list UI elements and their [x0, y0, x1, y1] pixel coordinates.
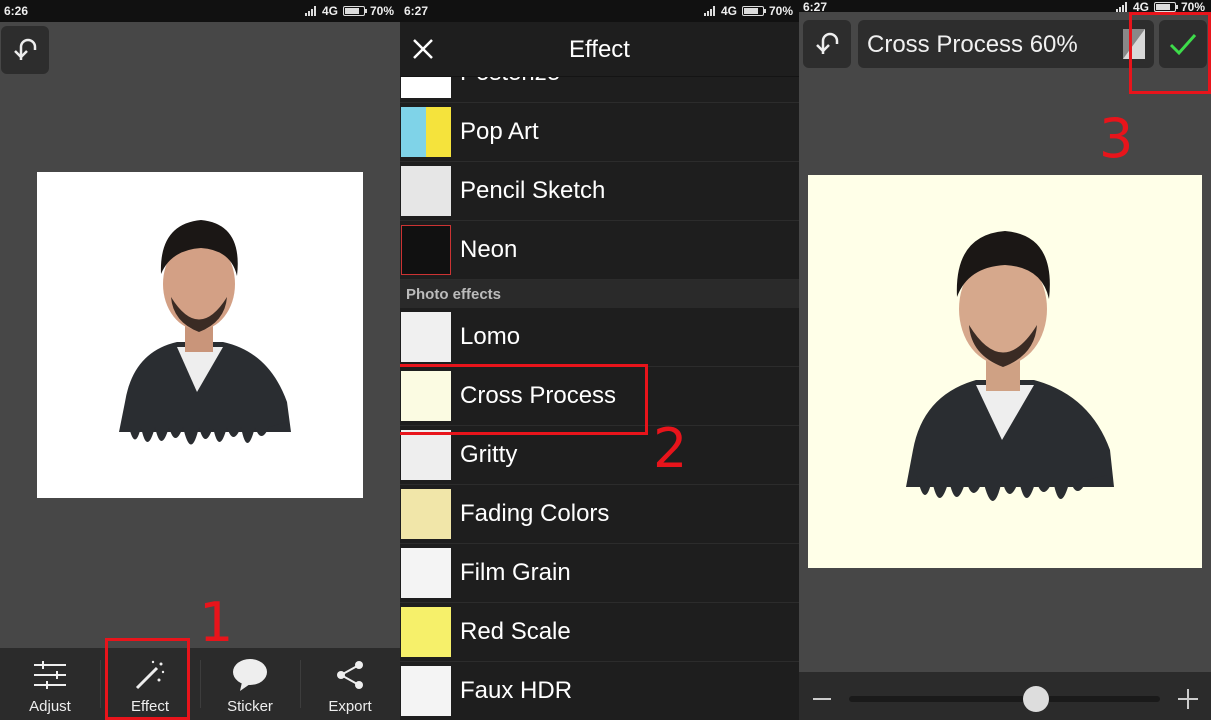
effect-label: Red Scale — [460, 618, 571, 645]
strength-slider[interactable] — [849, 686, 1160, 712]
speech-bubble-icon — [233, 659, 267, 691]
sticker-label: Sticker — [227, 698, 273, 715]
effect-thumbnail — [401, 666, 451, 716]
page-title: Effect — [569, 36, 630, 63]
effect-header: Effect — [400, 22, 799, 77]
minus-icon[interactable] — [813, 698, 831, 700]
effect-label: Film Grain — [460, 559, 571, 586]
effect-label: Lomo — [460, 323, 521, 350]
step-number: 3 — [1099, 107, 1134, 170]
bottom-toolbar: Adjust Effect Sticker Export — [0, 648, 400, 720]
plus-icon[interactable] — [1178, 689, 1198, 709]
signal-icon — [304, 6, 317, 16]
effect-thumbnail — [401, 489, 451, 539]
network-label: 4G — [720, 4, 737, 18]
strength-slider-bar — [799, 672, 1211, 720]
status-bar: 6:27 4G 70% — [400, 0, 799, 22]
share-icon — [337, 661, 363, 689]
effect-strength-label: Cross Process 60% — [867, 31, 1078, 58]
effect-label: Gritty — [460, 441, 518, 468]
signal-icon — [1115, 2, 1128, 12]
status-bar: 6:27 4G 70% — [799, 0, 1211, 14]
list-item[interactable]: Red Scale — [400, 603, 799, 662]
effect-thumbnail — [401, 607, 451, 657]
slider-knob[interactable] — [1022, 686, 1049, 712]
battery-label: 70% — [768, 4, 793, 18]
step-number: 2 — [653, 417, 688, 480]
undo-button[interactable] — [803, 20, 851, 68]
undo-icon — [14, 38, 37, 60]
battery-icon — [741, 6, 766, 16]
network-label: 4G — [321, 4, 338, 18]
effect-label: Pencil Sketch — [460, 177, 606, 204]
sticker-button[interactable]: Sticker — [200, 648, 300, 720]
list-item[interactable]: Lomo — [400, 308, 799, 367]
list-item[interactable]: Fading Colors — [400, 485, 799, 544]
effect-label: Faux HDR — [460, 677, 573, 704]
battery-icon — [342, 6, 367, 16]
effect-thumbnail — [401, 312, 451, 362]
battery-label: 70% — [369, 4, 394, 18]
status-time: 6:27 — [803, 0, 828, 14]
effect-label: Fading Colors — [460, 500, 610, 527]
effect-thumbnail — [401, 166, 451, 216]
effect-thumbnail — [401, 225, 451, 275]
effect-thumbnail — [401, 548, 451, 598]
photo-canvas[interactable] — [37, 172, 363, 498]
effect-thumbnail — [401, 430, 451, 480]
battery-icon — [1153, 2, 1178, 12]
status-time: 6:26 — [4, 4, 29, 18]
effect-label: Neon — [460, 236, 518, 263]
photo-canvas[interactable] — [808, 175, 1202, 568]
undo-icon — [816, 32, 839, 54]
effect-adjust-panel: 6:27 4G 70% Cross Process 60% 3 — [799, 0, 1211, 720]
list-item[interactable]: Faux HDR — [400, 662, 799, 720]
annotation-box — [400, 364, 648, 435]
step-number: 1 — [199, 591, 234, 654]
adjust-button[interactable]: Adjust — [0, 648, 100, 720]
annotation-box — [1129, 12, 1211, 94]
status-bar: 6:26 4G 70% — [0, 0, 400, 22]
effect-panel: 6:27 4G 70% Posterize Pop Art Pencil Ske… — [400, 0, 799, 720]
list-item[interactable]: Film Grain — [400, 544, 799, 603]
list-item[interactable]: Pencil Sketch — [400, 162, 799, 221]
undo-button[interactable] — [1, 26, 49, 74]
portrait-image — [119, 220, 291, 445]
effect-strength-field[interactable]: Cross Process 60% — [858, 20, 1154, 68]
section-header: Photo effects — [400, 280, 799, 308]
export-label: Export — [328, 698, 372, 715]
list-item[interactable]: Pop Art — [400, 103, 799, 162]
editor-panel: 6:26 4G 70% Adjust Effect Sticker Export… — [0, 0, 400, 720]
status-time: 6:27 — [404, 4, 429, 18]
effect-label: Pop Art — [460, 118, 539, 145]
portrait-image — [906, 231, 1114, 501]
effect-thumbnail — [401, 107, 451, 157]
export-button[interactable]: Export — [300, 648, 400, 720]
signal-icon — [703, 6, 716, 16]
sliders-icon — [34, 661, 66, 689]
list-item[interactable]: Neon — [400, 221, 799, 280]
adjust-label: Adjust — [29, 698, 71, 715]
annotation-box — [105, 638, 190, 720]
